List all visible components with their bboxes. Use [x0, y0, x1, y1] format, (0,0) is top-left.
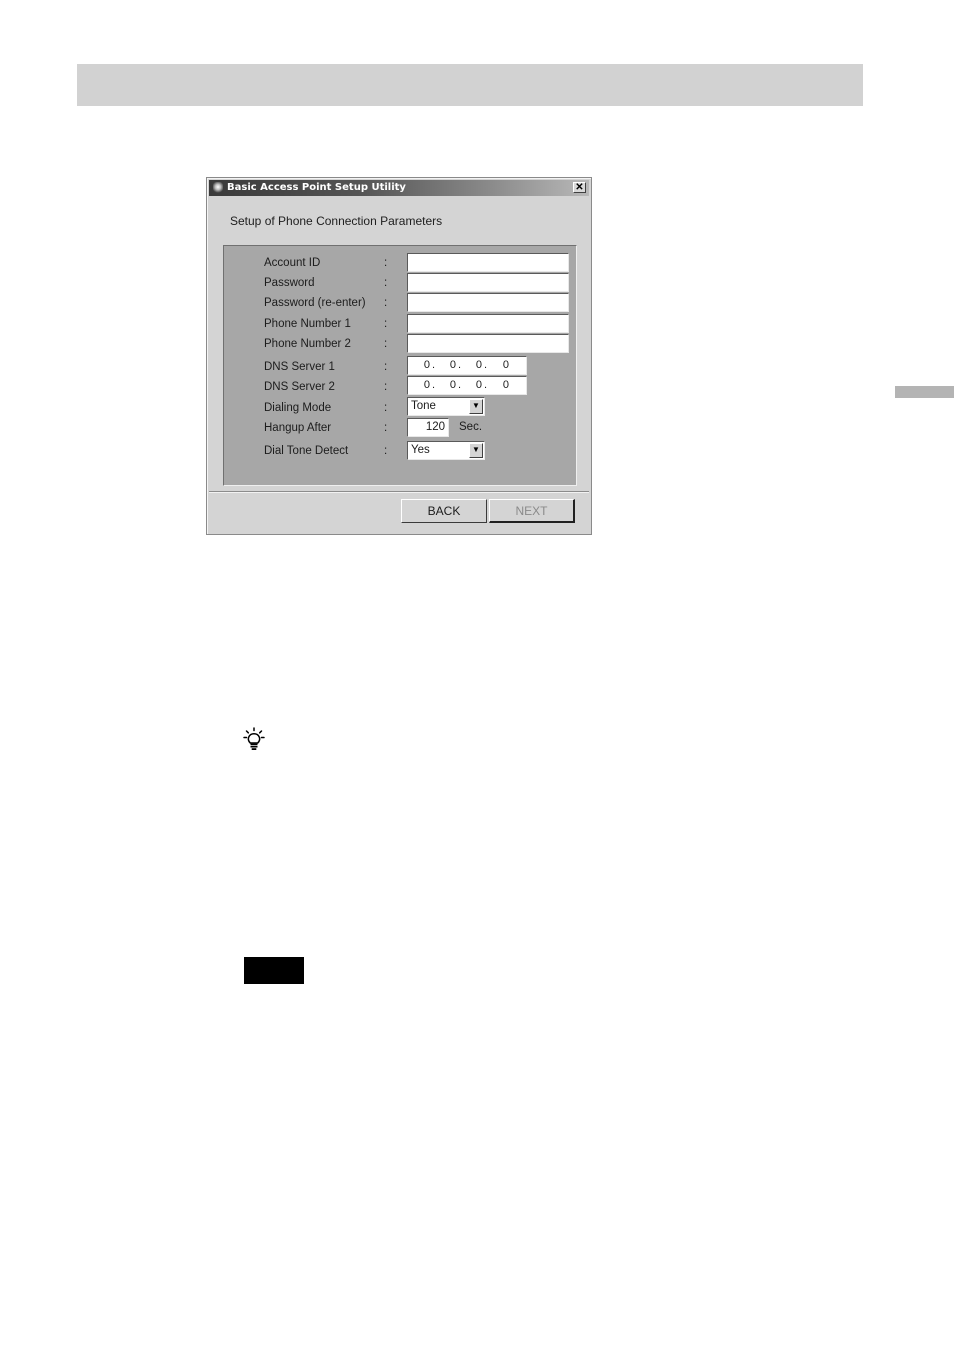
next-button[interactable]: NEXT: [489, 499, 575, 523]
phone-number-2-label: Phone Number 2: [264, 338, 351, 350]
app-icon: [213, 182, 223, 193]
password-label: Password: [264, 277, 315, 289]
ip-octet-1[interactable]: 0: [416, 359, 430, 372]
close-icon: ✕: [575, 182, 584, 193]
hangup-unit-label: Sec.: [459, 421, 483, 433]
account-id-label: Account ID: [264, 257, 321, 269]
phone-number-1-input[interactable]: [407, 314, 569, 333]
password-input[interactable]: [407, 273, 569, 292]
title-bar[interactable]: Basic Access Point Setup Utility ✕: [209, 180, 589, 196]
ip-octet-3[interactable]: 0: [468, 359, 482, 372]
colon: :: [384, 277, 388, 289]
phone-number-1-label: Phone Number 1: [264, 318, 351, 330]
side-index-tab: [895, 386, 954, 398]
ip-octet-1[interactable]: 0: [416, 379, 430, 392]
ip-dot: .: [458, 359, 462, 371]
colon: :: [384, 445, 388, 457]
password-reenter-label: Password (re-enter): [264, 297, 366, 309]
ip-dot: .: [484, 359, 488, 371]
dialing-mode-select[interactable]: Tone ▼: [407, 397, 485, 416]
back-button[interactable]: BACK: [401, 499, 487, 523]
hangup-after-value: 120: [425, 421, 445, 433]
colon: :: [384, 297, 388, 309]
note-label-block: [244, 957, 304, 984]
dns-server-1-label: DNS Server 1: [264, 361, 335, 373]
parameters-panel: Account ID : Password : Password (re-ent…: [223, 245, 577, 486]
ip-dot: .: [484, 379, 488, 391]
colon: :: [384, 361, 388, 373]
colon: :: [384, 318, 388, 330]
dialing-mode-value: Tone: [411, 400, 436, 412]
window-title: Basic Access Point Setup Utility: [227, 182, 406, 193]
colon: :: [384, 422, 388, 434]
dialing-mode-label: Dialing Mode: [264, 402, 332, 414]
close-button[interactable]: ✕: [573, 182, 586, 193]
ip-octet-2[interactable]: 0: [442, 379, 456, 392]
dns-server-2-label: DNS Server 2: [264, 381, 335, 393]
dial-tone-detect-label: Dial Tone Detect: [264, 445, 349, 457]
chevron-down-icon[interactable]: ▼: [469, 399, 483, 414]
hangup-after-label: Hangup After: [264, 422, 332, 434]
colon: :: [384, 257, 388, 269]
ip-octet-3[interactable]: 0: [468, 379, 482, 392]
ip-octet-4[interactable]: 0: [495, 359, 509, 372]
phone-number-2-input[interactable]: [407, 334, 569, 353]
dns-server-1-input[interactable]: 0 . 0 . 0 . 0: [407, 356, 527, 375]
dial-tone-detect-value: Yes: [411, 444, 430, 456]
colon: :: [384, 381, 388, 393]
lightbulb-icon: [243, 727, 265, 750]
hangup-after-input[interactable]: 120: [407, 418, 449, 437]
ip-octet-4[interactable]: 0: [495, 379, 509, 392]
colon: :: [384, 402, 388, 414]
colon: :: [384, 338, 388, 350]
chevron-down-icon[interactable]: ▼: [469, 443, 483, 458]
dialog-heading: Setup of Phone Connection Parameters: [230, 214, 443, 228]
account-id-input[interactable]: [407, 253, 569, 272]
ip-octet-2[interactable]: 0: [442, 359, 456, 372]
dial-tone-detect-select[interactable]: Yes ▼: [407, 441, 485, 460]
password-reenter-input[interactable]: [407, 293, 569, 312]
button-divider: [209, 491, 589, 493]
ip-dot: .: [432, 379, 436, 391]
ip-dot: .: [432, 359, 436, 371]
setup-utility-window: Basic Access Point Setup Utility ✕ Setup…: [206, 177, 592, 535]
ip-dot: .: [458, 379, 462, 391]
section-header-band: [77, 64, 863, 106]
dns-server-2-input[interactable]: 0 . 0 . 0 . 0: [407, 376, 527, 395]
